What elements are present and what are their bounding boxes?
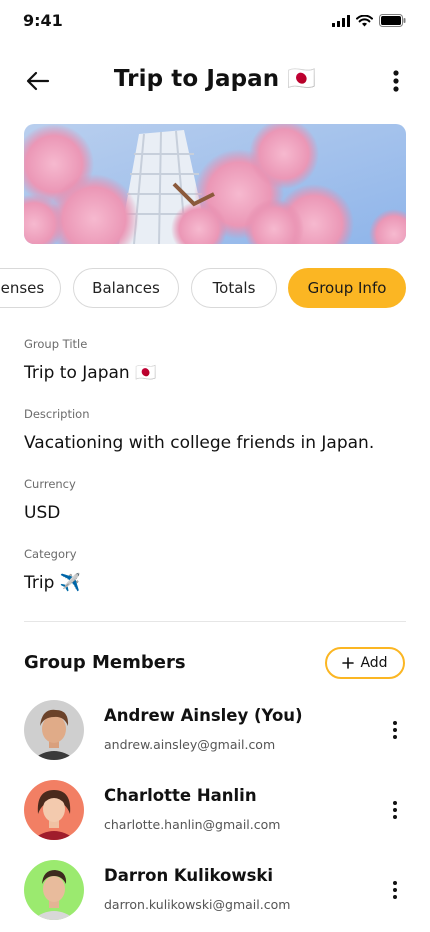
member-row[interactable]: Andrew Ainsley (You) andrew.ainsley@gmai… — [24, 700, 406, 760]
member-email: darron.kulikowski@gmail.com — [104, 897, 291, 912]
battery-icon — [379, 14, 406, 27]
group-title-label: Group Title — [24, 337, 88, 351]
category-value: Trip ✈️ — [24, 573, 81, 593]
group-members-heading: Group Members — [24, 652, 186, 673]
add-member-button[interactable]: Add — [325, 647, 405, 679]
member-email: charlotte.hanlin@gmail.com — [104, 817, 281, 832]
tab-label: Expenses — [0, 279, 45, 297]
group-title-value: Trip to Japan 🇯🇵 — [24, 363, 157, 383]
avatar — [24, 700, 84, 760]
more-options-button[interactable] — [384, 66, 408, 96]
member-email: andrew.ainsley@gmail.com — [104, 737, 276, 752]
member-more-button[interactable] — [388, 718, 402, 742]
member-name: Andrew Ainsley (You) — [104, 706, 303, 725]
app-header: Trip to Japan 🇯🇵 — [0, 56, 430, 106]
plus-icon — [342, 657, 355, 669]
member-name: Charlotte Hanlin — [104, 786, 257, 805]
tab-label: Group Info — [307, 279, 387, 297]
page-title: Trip to Japan 🇯🇵 — [113, 66, 317, 92]
status-icons — [332, 14, 406, 27]
tab-label: Balances — [92, 279, 160, 297]
tab-totals[interactable]: Totals — [191, 268, 277, 308]
avatar — [24, 860, 84, 920]
status-bar: 9:41 — [0, 0, 430, 44]
tab-expenses[interactable]: Expenses — [0, 268, 61, 308]
member-row[interactable]: Darron Kulikowski darron.kulikowski@gmai… — [24, 860, 406, 920]
wifi-icon — [356, 14, 373, 26]
more-vertical-icon — [393, 881, 397, 899]
more-vertical-icon — [393, 70, 399, 92]
tab-group-info[interactable]: Group Info — [288, 268, 406, 308]
category-label: Category — [24, 547, 77, 561]
description-label: Description — [24, 407, 90, 421]
member-more-button[interactable] — [388, 878, 402, 902]
member-more-button[interactable] — [388, 798, 402, 822]
more-vertical-icon — [393, 721, 397, 739]
status-time: 9:41 — [23, 11, 63, 30]
avatar — [24, 780, 84, 840]
currency-label: Currency — [24, 477, 76, 491]
cellular-signal-icon — [332, 14, 350, 27]
more-vertical-icon — [393, 801, 397, 819]
tab-label: Totals — [212, 279, 256, 297]
add-button-label: Add — [360, 655, 388, 671]
member-name: Darron Kulikowski — [104, 866, 274, 885]
member-row[interactable]: Charlotte Hanlin charlotte.hanlin@gmail.… — [24, 780, 406, 840]
tab-balances[interactable]: Balances — [73, 268, 179, 308]
description-value: Vacationing with college friends in Japa… — [24, 433, 375, 453]
currency-value: USD — [24, 503, 61, 523]
section-divider — [24, 621, 406, 622]
group-tabs: Expenses Balances Totals Group Info — [0, 268, 430, 310]
group-cover-image — [24, 124, 406, 244]
